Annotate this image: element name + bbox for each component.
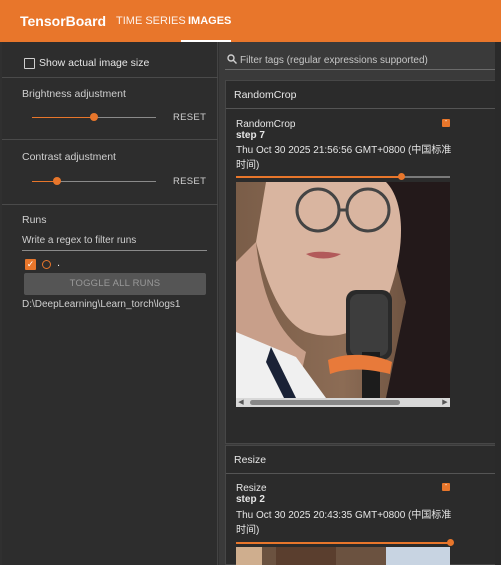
main-panel: Filter tags (regular expressions support… (219, 42, 501, 565)
tile-step: step 2 (236, 494, 265, 505)
image-randomcrop (236, 182, 450, 398)
contrast-slider-knob[interactable] (53, 177, 61, 185)
runs-filter-underline (22, 250, 207, 251)
brightness-slider-knob[interactable] (90, 113, 98, 121)
search-icon (227, 54, 237, 64)
tab-images[interactable]: IMAGES (188, 15, 231, 27)
contrast-label: Contrast adjustment (22, 151, 116, 163)
tile-step: step 7 (236, 130, 265, 141)
toggle-all-runs-button[interactable]: TOGGLE ALL RUNS (24, 273, 206, 295)
run-color-swatch[interactable] (42, 260, 51, 269)
card-title[interactable]: RandomCrop (234, 89, 296, 101)
brightness-reset-button[interactable]: RESET (173, 112, 206, 123)
image-resize (236, 547, 450, 565)
sidebar: Show actual image size Brightness adjust… (2, 42, 218, 565)
top-bar: TensorBoard TIME SERIES IMAGES (0, 0, 501, 42)
tag-filter-underline (225, 69, 501, 70)
tag-card-resize: Resize Resize - step 2 Thu Oct 30 2025 2… (225, 445, 501, 565)
step-slider-knob[interactable] (447, 539, 454, 546)
app-brand[interactable]: TensorBoard (20, 13, 106, 29)
run-log-path: D:\DeepLearning\Learn_torch\logs1 (22, 299, 181, 310)
card-title[interactable]: Resize (234, 454, 266, 466)
run-name: . (57, 257, 61, 269)
runs-filter-input[interactable]: Write a regex to filter runs (22, 235, 136, 246)
show-actual-size-label: Show actual image size (39, 57, 150, 69)
card-header-divider (226, 473, 500, 474)
tab-time-series[interactable]: TIME SERIES (116, 15, 186, 27)
card-header-divider (226, 108, 500, 109)
page-scrollbar[interactable] (495, 42, 501, 565)
tile-menu-icon[interactable]: - (442, 118, 450, 127)
scroll-left-arrow-icon[interactable]: ◀ (236, 398, 246, 407)
tile-tag-name: Resize (236, 483, 267, 494)
show-actual-size-checkbox[interactable] (24, 58, 35, 69)
contrast-reset-button[interactable]: RESET (173, 176, 206, 187)
runs-label: Runs (22, 214, 47, 226)
brightness-slider-fill (32, 117, 94, 118)
divider (2, 204, 218, 205)
tag-filter-input[interactable]: Filter tags (regular expressions support… (240, 55, 428, 66)
image-horizontal-scrollbar[interactable]: ◀ ▶ (236, 398, 450, 407)
tile-menu-icon[interactable]: - (442, 482, 450, 491)
tile-timestamp: Thu Oct 30 2025 20:43:35 GMT+0800 (中国标准时… (236, 510, 452, 536)
scroll-thumb[interactable] (250, 400, 400, 405)
step-slider[interactable] (236, 542, 450, 544)
tag-card-randomcrop: RandomCrop RandomCrop - step 7 Thu Oct 3… (225, 80, 501, 444)
tile-tag-name: RandomCrop (236, 119, 296, 130)
step-slider-knob[interactable] (398, 173, 405, 180)
step-slider-fill (236, 176, 402, 178)
divider (2, 77, 218, 78)
run-checkbox[interactable]: ✓ (25, 259, 36, 270)
scroll-right-arrow-icon[interactable]: ▶ (440, 398, 450, 407)
divider (2, 139, 218, 140)
tile-timestamp: Thu Oct 30 2025 21:56:56 GMT+0800 (中国标准时… (236, 145, 452, 171)
brightness-label: Brightness adjustment (22, 88, 126, 100)
